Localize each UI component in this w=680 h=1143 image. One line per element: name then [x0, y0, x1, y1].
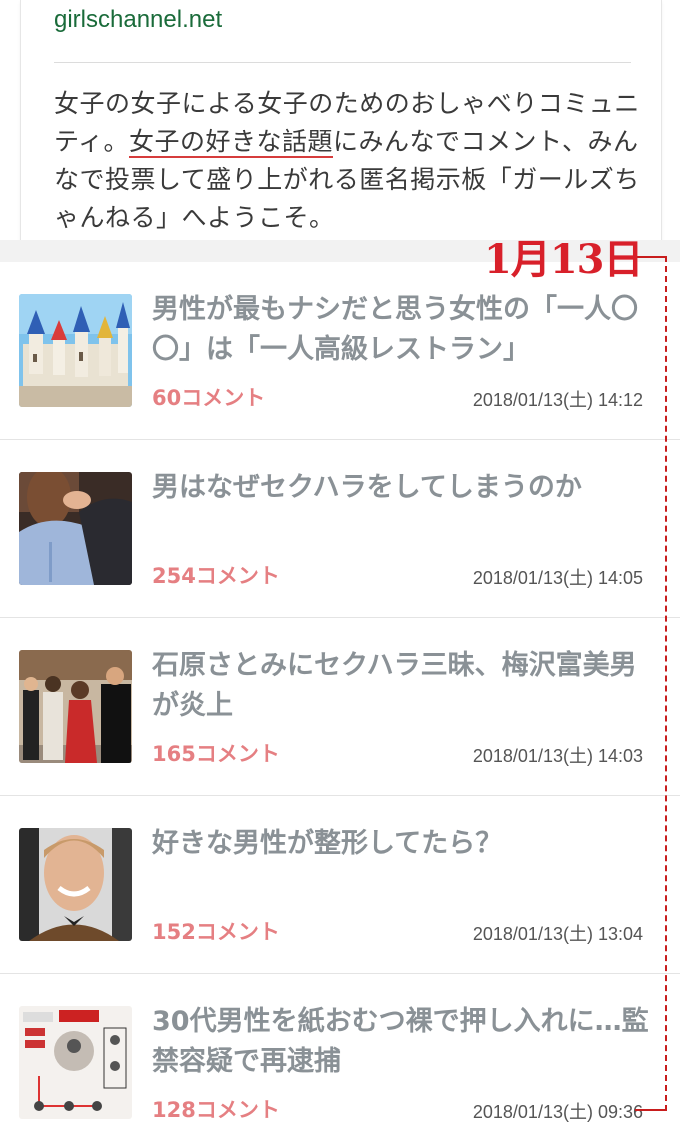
site-url-link[interactable]: girlschannel.net — [54, 6, 222, 34]
site-info-card: girlschannel.net 女子の女子による女子のためのおしゃべりコミュニ… — [20, 0, 662, 252]
site-description: 女子の女子による女子のためのおしゃべりコミュニティ。女子の好きな話題にみんなでコ… — [54, 85, 644, 237]
topic-thumbnail-portrait[interactable] — [19, 828, 132, 941]
comment-count: 128コメント — [152, 1098, 280, 1122]
post-date: 2018/01/13(土) 09:36 — [472, 1102, 643, 1122]
topic-title[interactable]: 30代男性を紙おむつ裸で押し入れに…監禁容疑で再逮捕 — [152, 1002, 652, 1082]
topic-item[interactable]: 石原さとみにセクハラ三昧、梅沢富美男が炎上 165コメント 2018/01/13… — [0, 618, 680, 796]
topic-item[interactable]: 好きな男性が整形してたら？ 152コメント 2018/01/13(土) 13:0… — [0, 796, 680, 974]
topic-list: 男性が最もナシだと思う女性の「一人〇〇」は「一人高級レストラン」 60コメント … — [0, 262, 680, 1143]
topic-title[interactable]: 男はなぜセクハラをしてしまうのか — [152, 468, 652, 508]
topic-thumbnail-diagram[interactable] — [19, 1006, 132, 1119]
topic-title[interactable]: 石原さとみにセクハラ三昧、梅沢富美男が炎上 — [152, 646, 652, 726]
topic-title[interactable]: 男性が最もナシだと思う女性の「一人〇〇」は「一人高級レストラン」 — [152, 290, 652, 370]
topic-item[interactable]: 男性が最もナシだと思う女性の「一人〇〇」は「一人高級レストラン」 60コメント … — [0, 262, 680, 440]
topic-title[interactable]: 好きな男性が整形してたら？ — [152, 824, 652, 864]
topic-item[interactable]: 男はなぜセクハラをしてしまうのか 254コメント 2018/01/13(土) 1… — [0, 440, 680, 618]
topic-thumbnail-castle[interactable] — [19, 294, 132, 407]
topic-item[interactable]: 30代男性を紙おむつ裸で押し入れに…監禁容疑で再逮捕 128コメント 2018/… — [0, 974, 680, 1143]
comment-count: 165コメント — [152, 742, 280, 766]
post-date: 2018/01/13(土) 14:12 — [472, 390, 643, 410]
topic-thumbnail-people[interactable] — [19, 650, 132, 763]
post-date: 2018/01/13(土) 14:05 — [472, 568, 643, 588]
post-date: 2018/01/13(土) 14:03 — [472, 746, 643, 766]
site-description-highlight: 女子の好きな話題 — [129, 127, 334, 158]
post-date: 2018/01/13(土) 13:04 — [472, 924, 643, 944]
divider — [54, 62, 631, 63]
comment-count: 60コメント — [152, 386, 266, 410]
comment-count: 254コメント — [152, 564, 280, 588]
date-annotation: 1月13日 — [484, 236, 643, 283]
topic-thumbnail-office[interactable] — [19, 472, 132, 585]
comment-count: 152コメント — [152, 920, 280, 944]
date-bracket — [635, 256, 667, 1111]
